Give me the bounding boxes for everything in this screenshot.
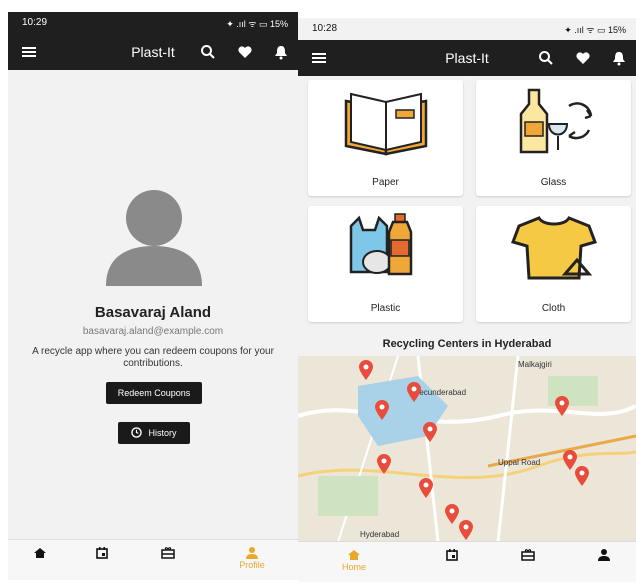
status-bar: 10:29 ✦ .ııl ᯤ ▭ 15%	[8, 12, 298, 34]
nav-home-label: Home	[341, 562, 366, 572]
map-pin-icon[interactable]	[374, 400, 390, 420]
gift-icon	[521, 549, 535, 561]
history-label: History	[148, 428, 177, 438]
nav-redeem[interactable]	[138, 546, 198, 560]
map-label: Malkajgiri	[518, 360, 552, 369]
tshirt-icon	[510, 216, 597, 280]
nav-profile-label: Profile	[239, 560, 265, 570]
map-label: Uppal Road	[498, 458, 541, 467]
status-indicators: ✦ .ııl ᯤ ▭ 15%	[226, 19, 288, 29]
plastic-bag-bottle-icon	[349, 213, 412, 276]
map-pin-icon[interactable]	[358, 360, 374, 380]
book-icon	[344, 92, 427, 156]
redeem-coupons-button[interactable]: Redeem Coupons	[106, 382, 202, 404]
map-background	[298, 356, 636, 542]
app-bar: Plast-It	[8, 34, 298, 70]
nav-home[interactable]	[10, 546, 70, 560]
category-cloth[interactable]: Cloth	[476, 206, 631, 322]
map-pin-icon[interactable]	[418, 478, 434, 498]
bell-icon[interactable]	[272, 43, 290, 61]
profile-description: A recycle app where you can redeem coupo…	[32, 346, 274, 369]
search-icon[interactable]	[537, 49, 555, 67]
history-icon	[131, 427, 143, 438]
avatar	[106, 190, 202, 286]
heart-icon[interactable]	[236, 43, 254, 61]
bell-icon[interactable]	[610, 49, 628, 67]
map-label: Hyderabad	[360, 530, 400, 539]
bottom-nav: Home	[298, 541, 636, 582]
person-icon	[598, 549, 610, 561]
heart-icon[interactable]	[574, 49, 592, 67]
history-button[interactable]: History	[118, 422, 190, 444]
home-icon	[34, 548, 46, 558]
calendar-icon	[96, 547, 108, 559]
recycling-centers-map[interactable]: Malkajgiri Secunderabad Uppal Road Hyder…	[298, 356, 636, 542]
status-time: 10:28	[312, 23, 338, 34]
map-pin-icon[interactable]	[376, 454, 392, 474]
map-pin-icon[interactable]	[458, 520, 474, 540]
nav-calendar[interactable]	[72, 546, 132, 560]
category-label: Plastic	[370, 303, 401, 314]
category-label: Cloth	[541, 303, 566, 314]
status-indicators: ✦ .ııl ᯤ ▭ 15%	[564, 25, 626, 35]
profile-email: basavaraj.aland@example.com	[82, 326, 224, 337]
profile-screen: 10:29 ✦ .ııl ᯤ ▭ 15% Plast-It Basavaraj …	[8, 12, 298, 580]
nav-calendar[interactable]	[422, 548, 482, 562]
profile-name: Basavaraj Aland	[94, 304, 212, 321]
home-screen: 10:28 ✦ .ııl ᯤ ▭ 15% Plast-It Paper Glas…	[298, 18, 636, 582]
category-label: Glass	[540, 177, 567, 188]
nav-profile[interactable]: Profile	[222, 546, 282, 570]
map-title: Recycling Centers in Hyderabad	[382, 338, 552, 350]
category-glass[interactable]: Glass	[476, 80, 631, 196]
person-icon	[246, 547, 258, 559]
gift-icon	[161, 547, 175, 559]
category-label: Paper	[372, 177, 399, 188]
map-pin-icon[interactable]	[574, 466, 590, 486]
nav-profile[interactable]	[574, 548, 634, 562]
status-bar: 10:28 ✦ .ııl ᯤ ▭ 15%	[298, 18, 636, 40]
home-icon	[348, 550, 360, 560]
bottle-recycle-icon	[519, 88, 592, 154]
map-pin-icon[interactable]	[406, 382, 422, 402]
calendar-icon	[446, 549, 458, 561]
nav-home[interactable]: Home	[324, 548, 384, 572]
map-pin-icon[interactable]	[554, 396, 570, 416]
map-pin-icon[interactable]	[422, 422, 438, 442]
nav-redeem[interactable]	[498, 548, 558, 562]
search-icon[interactable]	[199, 43, 217, 61]
status-time: 10:29	[22, 17, 48, 28]
bottom-nav: Profile	[8, 539, 298, 580]
category-plastic[interactable]: Plastic	[308, 206, 463, 322]
app-bar: Plast-It	[298, 40, 636, 76]
category-paper[interactable]: Paper	[308, 80, 463, 196]
